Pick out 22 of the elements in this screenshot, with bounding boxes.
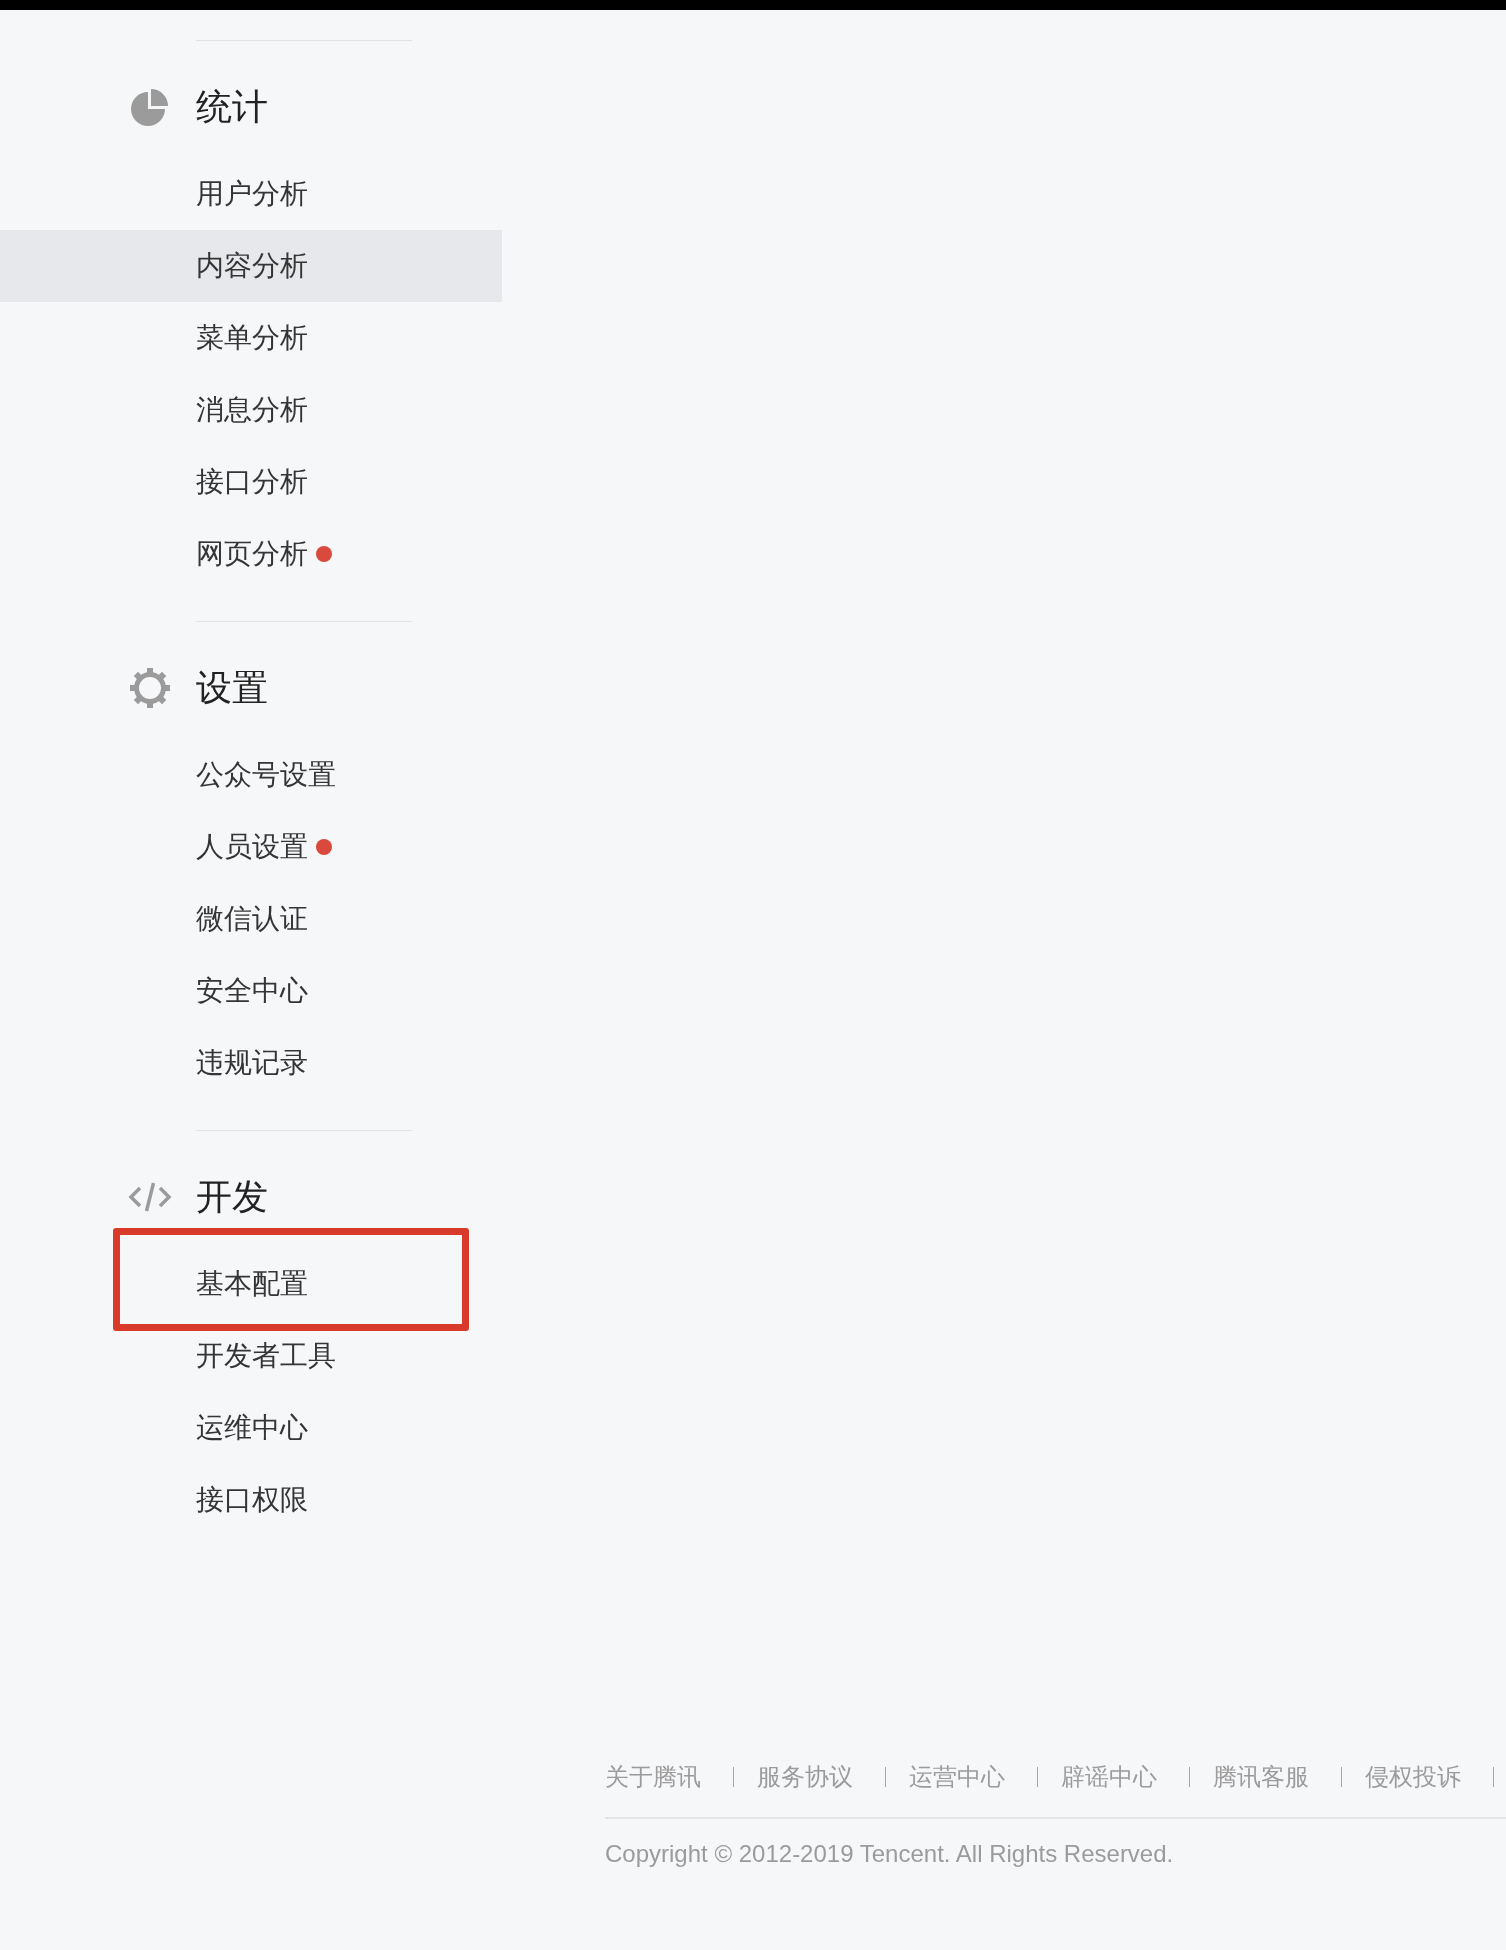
section-title: 设置 (196, 666, 268, 710)
gear-icon (129, 667, 171, 709)
sidebar-menu-item[interactable]: 运维中心 (0, 1392, 502, 1464)
pie-chart-icon (131, 88, 169, 126)
sidebar-menu-item[interactable]: 开发者工具 (0, 1320, 502, 1392)
section-title: 统计 (196, 85, 268, 129)
sidebar-menu-item[interactable]: 人员设置 (0, 811, 502, 883)
copyright-text: Copyright © 2012-2019 Tencent. All Rights Reserved. (605, 1838, 1174, 1869)
sidebar-menu-item[interactable]: 消息分析 (0, 374, 502, 446)
code-icon (128, 1182, 172, 1212)
sidebar-menu-item[interactable]: 网页分析 (0, 518, 502, 590)
section-title: 开发 (196, 1175, 268, 1219)
sidebar-menu-item[interactable]: 违规记录 (0, 1027, 502, 1099)
sidebar-menu-item[interactable]: 用户分析 (0, 158, 502, 230)
sidebar-menu-item[interactable]: 菜单分析 (0, 302, 502, 374)
sidebar-menu-item[interactable]: 公众号设置 (0, 739, 502, 811)
sidebar-menu-item[interactable]: 基本配置 (0, 1248, 502, 1320)
sidebar-menu-item[interactable]: 接口权限 (0, 1464, 502, 1536)
sidebar-menu-item[interactable]: 接口分析 (0, 446, 502, 518)
sidebar-menu-item[interactable]: 微信认证 (0, 883, 502, 955)
sidebar-menu-item[interactable]: 内容分析 (0, 230, 502, 302)
sidebar-menu-item[interactable]: 安全中心 (0, 955, 502, 1027)
